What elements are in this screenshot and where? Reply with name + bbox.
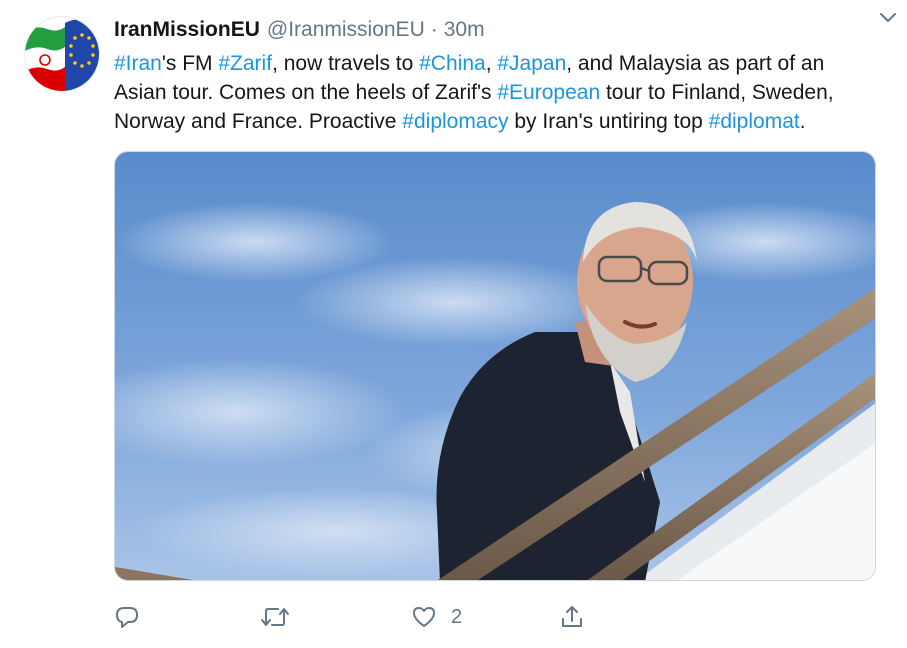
retweet-button[interactable] (260, 600, 290, 634)
tweet-text-segment: tour to Finland, Sweden, (600, 81, 834, 104)
author-avatar[interactable] (25, 17, 99, 91)
tweet-card[interactable]: IranMissionEU @IranmissionEU · 30m #Iran… (0, 0, 907, 648)
hashtag-link[interactable]: #diplomacy (402, 110, 508, 133)
tweet-header: IranMissionEU @IranmissionEU · 30m (114, 15, 884, 45)
iran-eu-flags-avatar-icon (25, 17, 99, 91)
hashtag-link[interactable]: #Japan (497, 52, 566, 75)
tweet-timestamp[interactable]: 30m (444, 18, 485, 42)
retweet-icon (261, 608, 289, 626)
share-button[interactable] (559, 600, 585, 634)
chevron-down-icon (880, 13, 896, 22)
reply-button[interactable] (114, 600, 140, 634)
heart-icon (413, 607, 435, 627)
tweet-text-segment: 's FM (161, 52, 219, 75)
tweet-text-segment: Asian tour. Comes on the heels of Zarif'… (114, 81, 498, 104)
share-icon (562, 606, 582, 627)
author-display-name[interactable]: IranMissionEU (114, 18, 260, 42)
tweet-text-segment: . (799, 110, 806, 133)
like-button[interactable]: 2 (411, 600, 462, 634)
header-separator: · (430, 18, 438, 41)
tweet-media-photo[interactable] (114, 151, 876, 581)
tweet-text-line-2: Asian tour. Comes on the heels of Zarif'… (114, 78, 884, 107)
hashtag-link[interactable]: #European (497, 81, 600, 104)
tweet-menu-button[interactable] (877, 6, 899, 28)
tweet-text-segment: Norway and France. Proactive (114, 110, 403, 133)
tweet-text-segment: , now travels to (272, 52, 420, 75)
author-handle[interactable]: @IranmissionEU (267, 18, 425, 42)
tweet-text-line-1: #Iran's FM #Zarif, now travels to #China… (114, 49, 884, 78)
tweet-content: IranMissionEU @IranmissionEU · 30m #Iran… (114, 15, 884, 136)
hashtag-link[interactable]: #Iran (114, 52, 162, 75)
tweet-text-segment: , (485, 52, 498, 75)
hashtag-link[interactable]: #diplomat (709, 110, 800, 133)
hashtag-link[interactable]: #Zarif (218, 52, 272, 75)
reply-icon (116, 607, 138, 628)
tweet-text-segment: by Iran's untiring top (508, 110, 709, 133)
hashtag-link[interactable]: #China (419, 52, 486, 75)
like-count: 2 (451, 605, 463, 628)
tweet-text-line-3: Norway and France. Proactive #diplomacy … (114, 107, 884, 136)
tweet-text: #Iran's FM #Zarif, now travels to #China… (114, 49, 884, 136)
tweet-text-segment: , and Malaysia as part of an (566, 52, 825, 75)
tweet-actions: 2 (114, 600, 614, 634)
photo-man-boarding-plane-icon (115, 152, 875, 580)
